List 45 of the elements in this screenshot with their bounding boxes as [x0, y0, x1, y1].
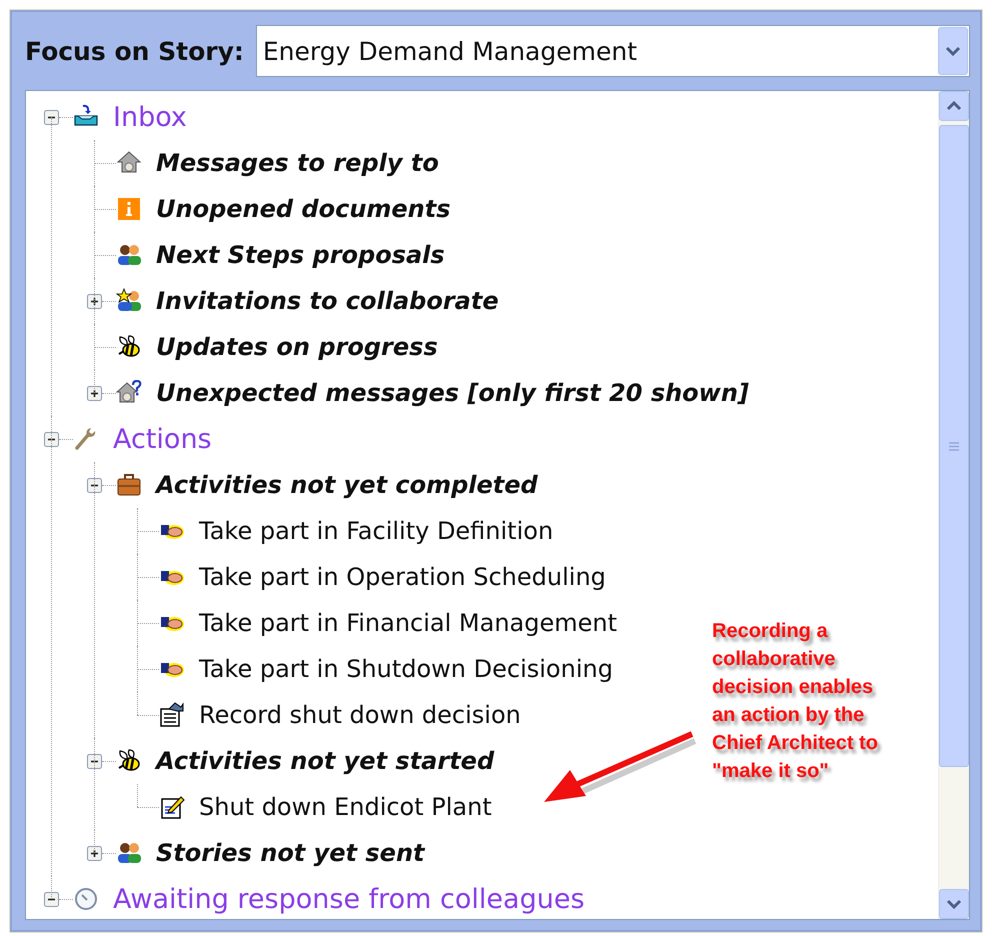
folder-item[interactable]: Activities not yet started: [156, 747, 494, 775]
expand-toggle[interactable]: [87, 846, 102, 860]
grip-icon: [948, 442, 960, 450]
task-item[interactable]: Take part in Facility Definition: [199, 517, 554, 545]
collapse-toggle[interactable]: [87, 754, 102, 768]
task-item[interactable]: Shut down Endicot Plant: [199, 793, 492, 821]
category-label[interactable]: Inbox: [113, 102, 187, 132]
category-label[interactable]: Actions: [113, 424, 212, 454]
expand-toggle[interactable]: [87, 294, 102, 308]
scrollbar[interactable]: [938, 91, 969, 919]
scroll-up-button[interactable]: [939, 91, 969, 121]
clock-icon: [73, 886, 99, 912]
expand-toggle[interactable]: [87, 386, 102, 400]
scroll-thumb[interactable]: [939, 125, 969, 767]
annotation-text: Recording a collaborative decision enables an action by the Chief Architect to "make it so": [712, 619, 878, 784]
note-pencil-icon: [159, 794, 185, 820]
collapse-toggle[interactable]: [87, 478, 102, 492]
task-item[interactable]: Record shut down decision: [199, 701, 521, 729]
chevron-down-icon: [945, 46, 961, 56]
people-icon: [116, 242, 142, 268]
collapse-toggle[interactable]: [44, 110, 59, 124]
task-item[interactable]: Take part in Financial Management: [199, 609, 618, 637]
form-icon: [159, 702, 185, 728]
chevron-down-icon: [946, 899, 962, 909]
briefcase-icon: [116, 472, 142, 498]
category-label[interactable]: Awaiting response from colleagues: [113, 884, 585, 914]
story-label: Focus on Story:: [25, 36, 244, 66]
folder-item[interactable]: Activities not yet completed: [156, 471, 538, 499]
story-dropdown[interactable]: Energy Demand Management: [256, 25, 970, 77]
collapse-toggle[interactable]: [44, 432, 59, 446]
chevron-up-icon: [946, 101, 962, 111]
people-star-icon: [116, 288, 142, 314]
collapse-toggle[interactable]: [44, 892, 59, 906]
folder-item[interactable]: Unexpected messages [only first 20 shown]: [156, 379, 749, 407]
folder-item[interactable]: Messages to reply to: [156, 149, 439, 177]
info-icon: [116, 196, 142, 222]
folder-item[interactable]: Stories not yet sent: [156, 839, 424, 867]
folder-item[interactable]: Next Steps proposals: [156, 241, 445, 269]
folder-item[interactable]: Invitations to collaborate: [156, 287, 499, 315]
task-item[interactable]: Take part in Shutdown Decisioning: [199, 655, 613, 683]
people-icon: [116, 840, 142, 866]
task-item[interactable]: Take part in Operation Scheduling: [199, 563, 606, 591]
folder-item[interactable]: Updates on progress: [156, 333, 438, 361]
folder-item[interactable]: Unopened documents: [156, 195, 451, 223]
scroll-down-button[interactable]: [939, 889, 969, 919]
